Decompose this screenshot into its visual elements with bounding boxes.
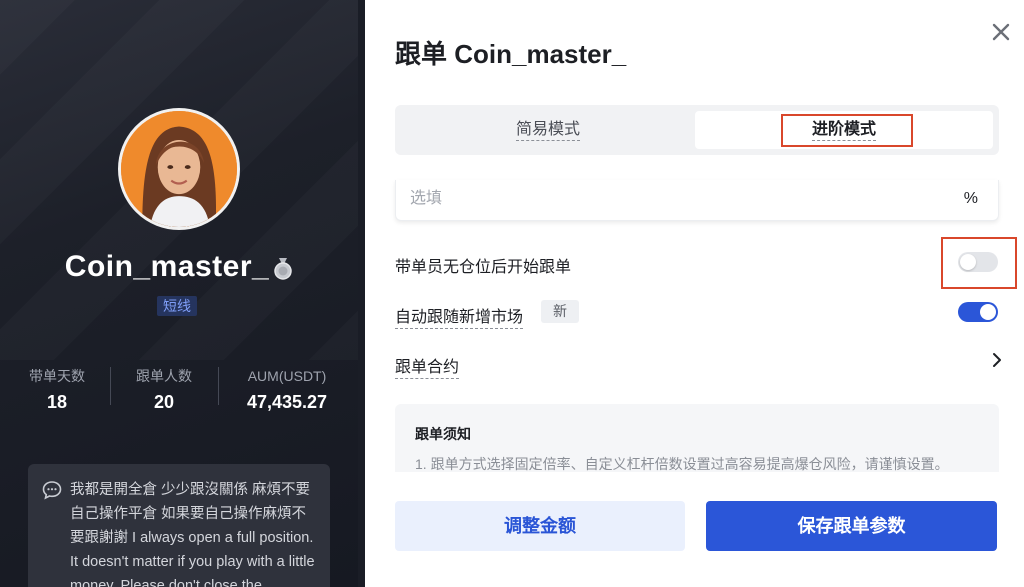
chevron-right-icon[interactable] (989, 350, 1005, 370)
stat-label: 跟单人数 (136, 368, 192, 384)
stat-days: 带单天数 18 (22, 367, 92, 413)
toggle-knob (980, 304, 996, 320)
silver-medal-icon (274, 257, 292, 280)
notice-box: 跟单须知 1. 跟单方式选择固定倍率、自定义杠杆倍数设置过高容易提高爆仓风险，请… (395, 404, 999, 472)
highlight-box-advanced-tab (781, 114, 913, 147)
close-icon[interactable] (989, 20, 1013, 44)
stat-followers: 跟单人数 20 (128, 367, 200, 413)
trader-profile-panel: Coin_master_ 短线 带单天数 18 跟单人数 20 AUM(USDT… (0, 0, 358, 587)
notice-text: 1. 跟单方式选择固定倍率、自定义杠杆倍数设置过高容易提高爆仓风险，请谨慎设置。 (415, 456, 949, 472)
trader-name: Coin_master_ (64, 250, 270, 283)
setting-label-start-after-empty: 带单员无仓位后开始跟单 (395, 259, 572, 276)
stat-value: 47,435.27 (246, 392, 328, 412)
stat-value: 20 (153, 392, 175, 412)
stat-divider (218, 367, 219, 405)
modal-title: 跟单 Coin_master_ (395, 39, 627, 69)
save-params-button[interactable]: 保存跟单参数 (706, 501, 997, 551)
strategy-tag: 短线 (157, 296, 197, 316)
copy-contracts-label: 跟单合约 (395, 359, 460, 379)
avatar (118, 108, 240, 230)
tab-simple-mode[interactable]: 简易模式 (401, 111, 695, 149)
notice-title: 跟单须知 (415, 426, 471, 442)
setting-label-auto-follow-markets: 自动跟随新增市场 (395, 303, 524, 329)
new-badge: 新 (541, 300, 579, 323)
stat-value: 18 (46, 392, 68, 412)
avatar-portrait-icon (121, 111, 237, 227)
percent-unit: % (963, 190, 978, 207)
bio-box: 我都是開全倉 少少跟沒關係 麻煩不要自己操作平倉 如果要自己操作麻煩不要跟謝謝 … (28, 464, 330, 587)
stat-label: 带单天数 (29, 368, 85, 384)
chat-bubble-icon (42, 481, 62, 500)
stat-label: AUM(USDT) (247, 368, 327, 384)
highlight-box-toggle (941, 237, 1017, 289)
copy-contracts-row[interactable]: 跟单合约 (395, 353, 460, 379)
toggle-auto-follow-markets[interactable] (958, 302, 998, 322)
ratio-input-box: % (395, 180, 999, 221)
setting-label-text: 自动跟随新增市场 (395, 309, 524, 329)
tab-label: 简易模式 (515, 121, 580, 141)
stat-aum: AUM(USDT) 47,435.27 (234, 367, 340, 413)
ratio-input[interactable] (410, 186, 930, 212)
stat-divider (110, 367, 111, 405)
copy-trade-modal: 跟单 Coin_master_ 简易模式 进阶模式 % 带单员无仓位后开始跟单 … (358, 0, 1024, 587)
bio-text: 我都是開全倉 少少跟沒關係 麻煩不要自己操作平倉 如果要自己操作麻煩不要跟謝謝 … (70, 482, 315, 587)
adjust-amount-button[interactable]: 调整金额 (395, 501, 685, 551)
